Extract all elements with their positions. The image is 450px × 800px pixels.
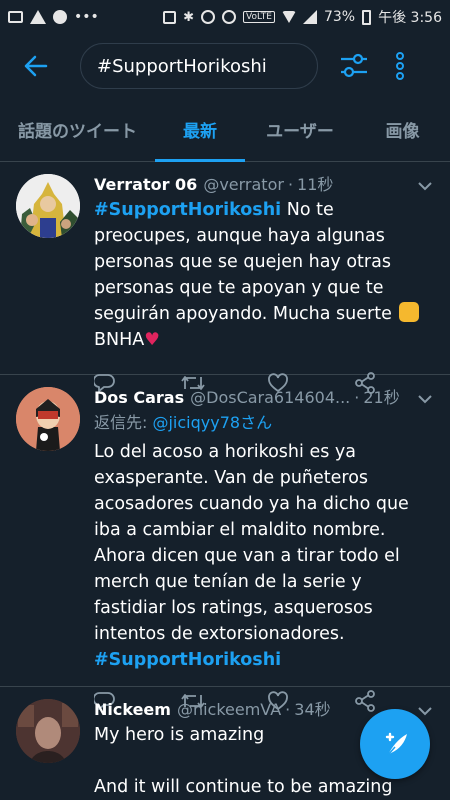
search-filter-button[interactable] [334,46,374,86]
avatar[interactable] [16,699,80,763]
separator-dot: · [287,175,294,194]
tweet-time: 34秒 [294,700,331,719]
avatar-image [16,387,80,451]
tweet-header: Dos Caras @DosCara614604... · 21秒 [94,387,434,409]
volte-badge: VoLTE [243,11,275,23]
reply-to-link[interactable]: @jiciqyy78さん [152,413,272,432]
reply-context: 返信先: @jiciqyy78さん [94,411,434,435]
clock: 午後 3:56 [378,10,442,26]
sliders-icon [341,53,367,78]
chevron-down-icon[interactable] [416,705,434,717]
back-arrow-icon [24,55,48,77]
tweet-text: Lo del acoso a horikoshi es ya exasperan… [94,439,434,673]
display-name[interactable]: Dos Caras [94,387,184,409]
chevron-down-icon[interactable] [416,180,434,192]
avatar[interactable] [16,174,80,238]
tweet-item[interactable]: Verrator 06 @verrator · 11秒 #SupportHori… [0,162,450,394]
tab-photos[interactable]: 画像 [355,98,450,161]
thumbs-up-icon [399,302,420,322]
heart-emoji-icon: ♥ [144,330,160,350]
search-header: #SupportHorikoshi [0,34,450,98]
avatar-image [16,699,80,763]
search-tabs: 話題のツイート 最新 ユーザー 画像 [0,98,450,162]
compose-feather-icon [385,732,407,756]
user-handle: @DosCara614604... [190,388,351,407]
mute-icon [201,10,216,24]
tab-latest[interactable]: 最新 [155,98,245,162]
wifi-icon [281,11,296,23]
photo-notification-icon [163,10,177,24]
search-input[interactable]: #SupportHorikoshi [80,43,318,89]
baseball-icon [53,10,67,24]
gmail-icon [8,11,23,23]
vertical-dots-icon [396,52,404,80]
tweet-body-text: Lo del acoso a horikoshi es ya exasperan… [94,442,409,644]
battery-icon [362,9,372,25]
warning-icon [30,10,46,24]
tab-top[interactable]: 話題のツイート [0,98,155,161]
user-handle: @verrator [203,175,284,194]
back-button[interactable] [18,48,54,84]
separator-dot: · [285,700,291,719]
signal-icon [302,10,317,24]
overflow-menu-button[interactable] [380,46,420,86]
tab-people[interactable]: ユーザー [245,98,355,161]
compose-tweet-button[interactable] [360,709,430,779]
avatar-image [16,174,80,238]
avatar[interactable] [16,387,80,451]
tweet-body: Verrator 06 @verrator · 11秒 #SupportHori… [94,174,434,394]
alarm-icon [222,10,237,24]
hashtag-link[interactable]: #SupportHorikoshi [94,200,281,220]
chevron-down-icon[interactable] [416,393,434,405]
tweet-line: And it will continue to be amazing [94,777,393,797]
display-name[interactable]: Nickeem [94,699,171,721]
separator-dot: · [354,388,360,407]
display-name[interactable]: Verrator 06 [94,174,197,196]
battery-percent: 73% [323,9,356,25]
tweet-time: 11秒 [297,175,334,194]
tweet-header: Verrator 06 @verrator · 11秒 [94,174,434,196]
user-handle: @nickeemVA [176,700,282,719]
bluetooth-icon: ✱ [183,9,195,25]
tweet-suffix: BNHA [94,330,145,350]
status-bar: ••• ✱ VoLTE 73% 午後 3:56 [0,0,450,34]
tweet-item[interactable]: Dos Caras @DosCara614604... · 21秒 返信先: @… [0,375,450,712]
hashtag-link[interactable]: #SupportHorikoshi [94,650,281,670]
tweet-text: #SupportHorikoshi No te preocupes, aunqu… [94,197,434,353]
tweet-time: 21秒 [363,388,400,407]
tweet-body: Dos Caras @DosCara614604... · 21秒 返信先: @… [94,387,434,712]
more-notifications-icon: ••• [74,9,99,25]
reply-prefix: 返信先: [94,413,153,432]
